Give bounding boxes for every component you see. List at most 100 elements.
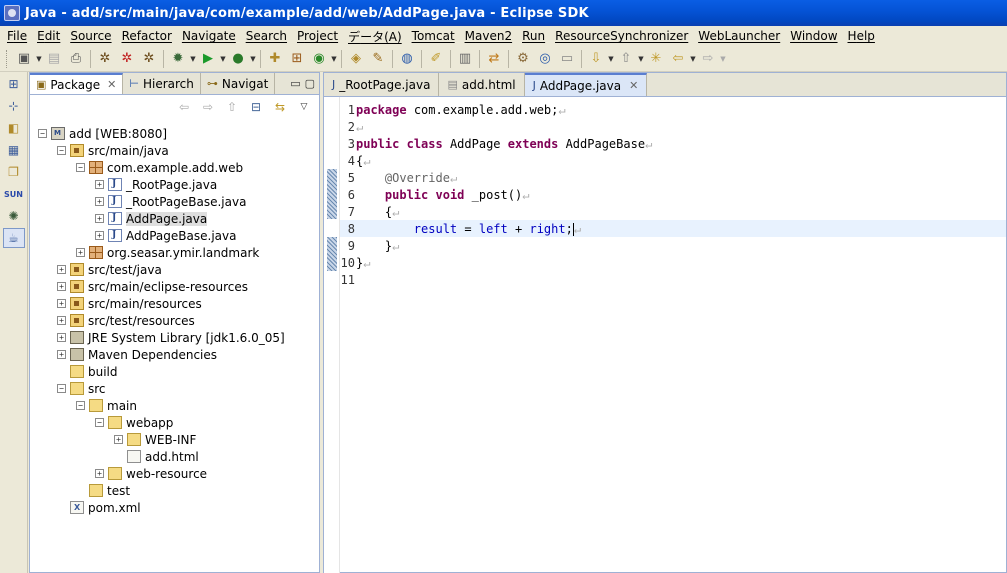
expand-icon[interactable]: + xyxy=(95,469,104,478)
expand-icon[interactable]: + xyxy=(95,180,104,189)
tree-item[interactable]: − src/main/java xyxy=(57,142,169,159)
expand-icon[interactable]: + xyxy=(95,197,104,206)
forward-icon[interactable]: ⇨ xyxy=(697,48,719,70)
menu-refactor[interactable]: Refactor xyxy=(117,29,177,43)
forward-dropdown-icon[interactable]: ▼ xyxy=(719,55,727,63)
previous-annotation-icon[interactable]: ⇧ xyxy=(615,48,637,70)
new-icon[interactable]: ▣ xyxy=(13,48,35,70)
back-dropdown-icon[interactable]: ▼ xyxy=(689,55,697,63)
code-line[interactable]: 10}↵ xyxy=(340,254,1006,271)
new-package-icon[interactable]: ⊞ xyxy=(286,48,308,70)
expand-icon[interactable]: + xyxy=(57,265,66,274)
next-annotation-icon[interactable]: ⇩ xyxy=(585,48,607,70)
copy-view-icon[interactable]: ❐ xyxy=(3,162,25,182)
hierarchy-view-icon[interactable]: ⊞ xyxy=(3,74,25,94)
code-editor[interactable]: 1 package com.example.add.web;↵ 2 ↵ 3 public … xyxy=(324,97,1006,573)
collapse-icon[interactable]: − xyxy=(76,163,85,172)
code-line[interactable]: 1 package com.example.add.web;↵ xyxy=(340,101,1006,118)
tree-item[interactable]: + AddPageBase.java xyxy=(95,227,236,244)
tree-item[interactable]: + Maven Dependencies xyxy=(57,346,217,363)
tree-item[interactable]: + src/main/eclipse-resources xyxy=(57,278,248,295)
expand-icon[interactable]: + xyxy=(95,231,104,240)
java-perspective-icon[interactable]: ☕ xyxy=(2,228,25,248)
code-line[interactable]: 5 @Override↵ xyxy=(340,169,1006,186)
search-icon[interactable]: ✎ xyxy=(367,48,389,70)
collapse-icon[interactable]: − xyxy=(95,418,104,427)
menu-edit[interactable]: Edit xyxy=(32,29,65,43)
menu-navigate[interactable]: Navigate xyxy=(177,29,241,43)
menu-source[interactable]: Source xyxy=(65,29,116,43)
tab-add-html[interactable]: ▤ add.html xyxy=(439,73,525,96)
tab-rootpage-java[interactable]: J _RootPage.java xyxy=(324,73,440,96)
tree-item[interactable]: − com.example.add.web xyxy=(76,159,243,176)
close-icon[interactable]: ✕ xyxy=(107,78,116,91)
code-line[interactable]: 7 {↵ xyxy=(340,203,1006,220)
maximize-icon[interactable]: ▢ xyxy=(305,77,315,90)
globe-icon[interactable]: ◍ xyxy=(396,48,418,70)
menu-window[interactable]: Window xyxy=(785,29,842,43)
menu-search[interactable]: Search xyxy=(241,29,292,43)
tree-item[interactable]: + _RootPageBase.java xyxy=(95,193,246,210)
outline-view-icon[interactable]: ⊹ xyxy=(3,96,25,116)
run-icon[interactable]: ▶ xyxy=(197,48,219,70)
tool-gear-icon[interactable]: ⚙ xyxy=(512,48,534,70)
menu-run[interactable]: Run xyxy=(517,29,550,43)
code-line[interactable]: 8 result = left + right;↵ xyxy=(340,220,1006,237)
debug-bug-icon[interactable]: ✺ xyxy=(3,206,25,226)
collapse-icon[interactable]: − xyxy=(57,146,66,155)
refresh-sync-icon[interactable]: ⇄ xyxy=(483,48,505,70)
code-line[interactable]: 2 ↵ xyxy=(340,118,1006,135)
tab-package-explorer[interactable]: ▣ Package ✕ xyxy=(30,73,124,94)
expand-icon[interactable]: + xyxy=(114,435,123,444)
tree-item[interactable]: + AddPage.java xyxy=(95,210,208,227)
menu-help[interactable]: Help xyxy=(843,29,880,43)
save-icon[interactable]: ▤ xyxy=(43,48,65,70)
tree-item[interactable]: − webapp xyxy=(95,414,173,431)
menu-file[interactable]: File xyxy=(2,29,32,43)
expand-icon[interactable]: + xyxy=(57,350,66,359)
tree-item[interactable]: + JRE System Library [jdk1.6.0_05] xyxy=(57,329,285,346)
external-tools-dropdown-icon[interactable]: ▼ xyxy=(249,55,257,63)
tree-item[interactable]: build xyxy=(57,363,118,380)
collapse-icon[interactable]: − xyxy=(38,129,47,138)
code-line[interactable]: 11 xyxy=(340,271,1006,288)
back-icon[interactable]: ⇦ xyxy=(667,48,689,70)
expand-icon[interactable]: + xyxy=(57,299,66,308)
back-arrow-icon[interactable]: ⇦ xyxy=(175,100,193,114)
expand-icon[interactable]: + xyxy=(57,316,66,325)
resource-view-icon[interactable]: ◧ xyxy=(3,118,25,138)
code-line[interactable]: 3 public class AddPage extends AddPageBas… xyxy=(340,135,1006,152)
tree-item[interactable]: + src/test/resources xyxy=(57,312,195,329)
debug-icon[interactable]: ✹ xyxy=(167,48,189,70)
mark-occurrences-icon[interactable]: ✐ xyxy=(425,48,447,70)
expand-icon[interactable]: + xyxy=(95,214,104,223)
tab-addpage-java[interactable]: J AddPage.java ✕ xyxy=(524,73,648,96)
menu-web-launcher[interactable]: WebLauncher xyxy=(693,29,785,43)
tree-item[interactable]: + src/main/resources xyxy=(57,295,202,312)
toggle-block-selection-icon[interactable]: ▥ xyxy=(454,48,476,70)
collapse-icon[interactable]: − xyxy=(57,384,66,393)
minimize-icon[interactable]: ▭ xyxy=(290,77,300,90)
debug-tomcat-start-icon[interactable]: ✲ xyxy=(94,48,116,70)
tree-item[interactable]: + WEB-INF xyxy=(114,431,196,448)
print-icon[interactable]: ⎙ xyxy=(65,48,87,70)
new-dropdown-icon[interactable]: ▼ xyxy=(35,55,43,63)
previous-annotation-dropdown-icon[interactable]: ▼ xyxy=(637,55,645,63)
up-icon[interactable]: ⇧ xyxy=(223,100,241,114)
editor-gutter[interactable] xyxy=(324,97,340,573)
expand-icon[interactable]: + xyxy=(57,333,66,342)
expand-icon[interactable]: + xyxy=(76,248,85,257)
tomcat-stop-icon[interactable]: ✲ xyxy=(116,48,138,70)
menu-project[interactable]: Project xyxy=(292,29,343,43)
new-java-project-icon[interactable]: ✚ xyxy=(264,48,286,70)
last-edit-location-icon[interactable]: ✳ xyxy=(645,48,667,70)
debug-dropdown-icon[interactable]: ▼ xyxy=(189,55,197,63)
code-line[interactable]: 6 public void _post()↵ xyxy=(340,186,1006,203)
tomcat-restart-icon[interactable]: ✲ xyxy=(138,48,160,70)
code-line[interactable]: 9 }↵ xyxy=(340,237,1006,254)
view-menu-icon[interactable]: ▽ xyxy=(295,102,313,112)
menu-maven2[interactable]: Maven2 xyxy=(460,29,517,43)
tree-item[interactable]: + _RootPage.java xyxy=(95,176,217,193)
open-type-icon[interactable]: ◈ xyxy=(345,48,367,70)
jar-icon[interactable]: ▭ xyxy=(556,48,578,70)
